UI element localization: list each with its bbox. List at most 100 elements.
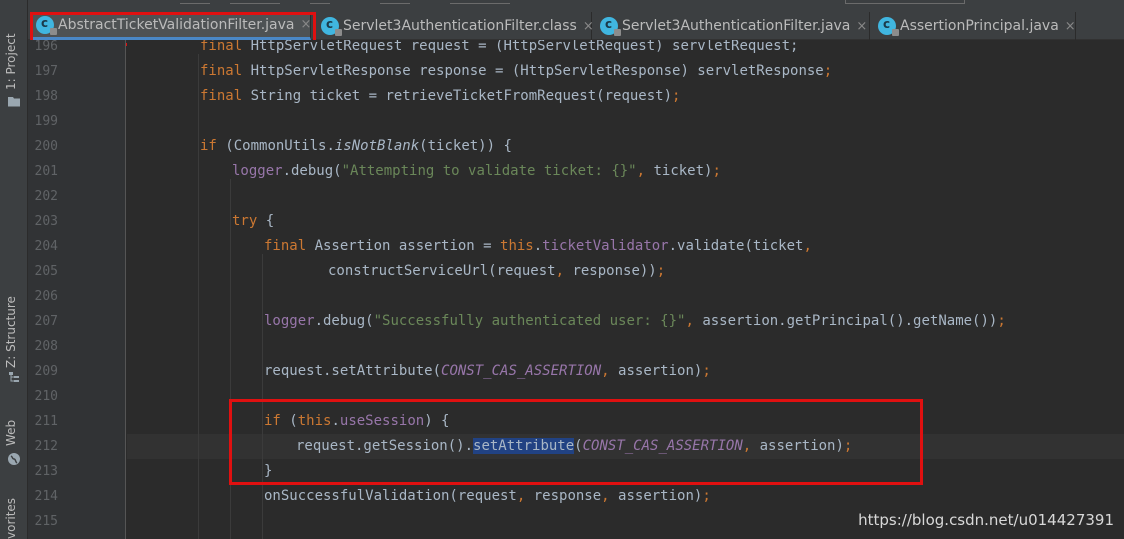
code-token: (CommonUtils. [225,138,335,154]
code-token: this [500,238,534,254]
code-line[interactable]: onSuccessfulValidation(request, response… [264,484,711,509]
line-number: 213 [34,464,58,479]
line-number: 215 [34,514,58,529]
code-token: , [601,488,619,504]
code-token: "Attempting to validate ticket: {}" [341,163,637,179]
code-token: , [601,363,619,379]
code-token: assertion) [618,363,703,379]
code-token: response)) [572,263,657,279]
tool-window-strip: 1: Project Z: Structure Web vorites [0,0,28,539]
code-token: HttpServletResponse response = (HttpServ… [250,63,824,79]
code-token: try [232,213,266,229]
code-token: .debug( [282,163,342,179]
tab-assertion-principal[interactable]: AssertionPrincipal.java × [872,12,1076,40]
line-number: 201 [34,164,58,179]
code-token: , [803,238,812,254]
line-number: 200 [34,139,58,154]
code-line[interactable]: constructServiceUrl(request, response)); [328,259,665,284]
code-token: logger [232,163,283,179]
code-token: request.setAttribute( [264,363,442,379]
code-token: if [200,138,226,154]
tab-servlet3-authentication-filter-class[interactable]: Servlet3AuthenticationFilter.class × [315,12,594,40]
line-number: 210 [34,389,58,404]
code-token: ; [997,313,1006,329]
code-token: final [264,238,315,254]
code-line[interactable]: request.setAttribute(CONST_CAS_ASSERTION… [264,359,711,384]
code-token: response [533,488,602,504]
code-token: .validate(ticket [668,238,804,254]
code-highlight-box [229,399,923,485]
code-token: isNotBlank [334,138,420,154]
tab-servlet3-authentication-filter-java[interactable]: Servlet3AuthenticationFilter.java × [594,12,870,40]
line-number: 205 [34,264,58,279]
tool-project-label: 1: Project [4,33,18,90]
line-number: 198 [34,89,58,104]
code-token: Assertion assertion = [314,238,501,254]
structure-icon [7,370,21,384]
code-token: assertion.getPrincipal().getName()) [702,313,998,329]
code-token: { [265,213,275,229]
line-number: 211 [34,414,58,429]
code-line[interactable]: final String ticket = retrieveTicketFrom… [200,84,680,109]
code-line[interactable]: final Assertion assertion = this.ticketV… [264,234,812,259]
code-line[interactable]: logger.debug("Successfully authenticated… [264,309,1006,334]
code-token: onSuccessfulValidation(request [264,488,517,504]
tool-web-label: Web [4,419,18,446]
tool-structure[interactable]: Z: Structure [0,296,28,382]
code-token: ; [702,488,711,504]
indent-guide [230,179,231,539]
code-token: ; [712,163,721,179]
globe-icon [7,452,21,466]
code-token: .debug( [314,313,374,329]
tab-label: AssertionPrincipal.java [900,18,1059,34]
line-number: 196 [34,39,58,54]
class-icon [878,17,899,36]
close-icon[interactable]: × [856,19,867,34]
lock-icon [892,29,899,36]
line-number-gutter: 196 197 198 199 200 201 202 203 204 205 206 207 208 2… [28,39,126,539]
tool-structure-label: Z: Structure [4,296,18,368]
code-line[interactable]: final HttpServletRequest request = (Http… [200,40,798,59]
folder-icon [7,94,21,108]
code-token: , [555,263,573,279]
watermark: https://blog.csdn.net/u014427391 [858,511,1114,529]
line-number: 206 [34,289,58,304]
code-token: (ticket)) { [419,138,512,154]
indent-guide [198,54,199,539]
code-token: ; [823,63,833,79]
code-line[interactable]: if (CommonUtils.isNotBlank(ticket)) { [200,134,512,159]
line-number: 212 [34,439,58,454]
tool-web[interactable]: Web [0,420,28,470]
code-token: , [636,163,654,179]
code-line[interactable]: final HttpServletResponse response = (Ht… [200,59,832,84]
code-token: , [516,488,534,504]
close-icon[interactable]: × [1065,19,1076,34]
code-token: logger [264,313,315,329]
top-toolbar-strip [0,0,1124,12]
code-token: "Successfully authenticated user: {}" [373,313,686,329]
tab-label: Servlet3AuthenticationFilter.java [622,18,851,34]
code-token: ticketValidator [542,238,669,254]
close-icon[interactable]: × [583,19,594,34]
code-token: final [200,40,251,54]
code-token: assertion) [618,488,703,504]
code-line[interactable]: logger.debug("Attempting to validate tic… [232,159,721,184]
tool-favorites[interactable]: vorites [0,495,28,539]
code-token: final [200,63,251,79]
line-number: 207 [34,314,58,329]
line-number: 197 [34,64,58,79]
line-number: 214 [34,489,58,504]
code-line[interactable]: try { [232,209,274,234]
code-token: CONST_CAS_ASSERTION [441,363,602,379]
tool-project[interactable]: 1: Project [0,30,28,110]
line-number: 209 [34,364,58,379]
line-number: 203 [34,214,58,229]
line-number: 202 [34,189,58,204]
tool-favorites-label: vorites [4,497,18,539]
code-token: ; [672,88,681,104]
code-token: , [685,313,703,329]
code-token: ; [656,263,666,279]
line-number: 199 [34,114,58,129]
code-token: ticket) [653,163,713,179]
code-token: ; [702,363,711,379]
